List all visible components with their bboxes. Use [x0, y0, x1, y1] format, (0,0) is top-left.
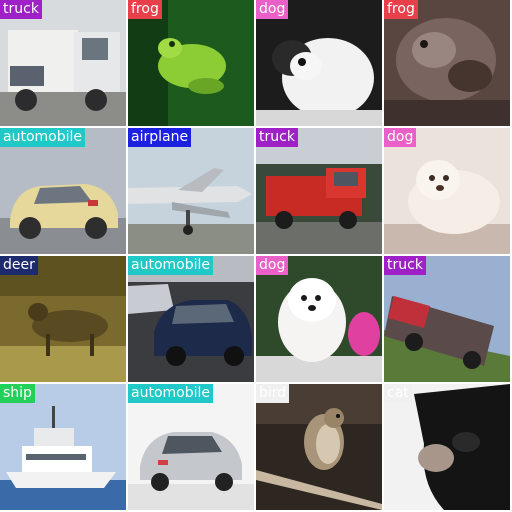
grid-tile-dog[interactable]: dog	[256, 256, 382, 382]
grid-tile-dog[interactable]: dog	[384, 128, 510, 254]
class-label: automobile	[128, 256, 213, 275]
grid-tile-cat[interactable]: cat	[384, 384, 510, 510]
grid-tile-automobile[interactable]: automobile	[128, 384, 254, 510]
grid-tile-frog[interactable]: frog	[128, 0, 254, 126]
class-label: dog	[256, 256, 289, 275]
class-label: frog	[128, 0, 162, 19]
grid-tile-dog[interactable]: dog	[256, 0, 382, 126]
grid-tile-automobile[interactable]: automobile	[128, 256, 254, 382]
class-label: airplane	[128, 128, 192, 147]
image-grid: truck frog dog frog automobile airplane …	[0, 0, 512, 512]
class-label: truck	[384, 256, 426, 275]
class-label: automobile	[128, 384, 213, 403]
class-label: ship	[0, 384, 35, 403]
grid-tile-frog[interactable]: frog	[384, 0, 510, 126]
class-label: cat	[384, 384, 412, 403]
class-label: deer	[0, 256, 38, 275]
class-label: dog	[256, 0, 289, 19]
class-label: frog	[384, 0, 418, 19]
grid-tile-truck[interactable]: truck	[256, 128, 382, 254]
class-label: truck	[256, 128, 298, 147]
class-label: dog	[384, 128, 417, 147]
class-label: truck	[0, 0, 42, 19]
class-label: bird	[256, 384, 290, 403]
grid-tile-truck[interactable]: truck	[0, 0, 126, 126]
grid-tile-deer[interactable]: deer	[0, 256, 126, 382]
grid-tile-bird[interactable]: bird	[256, 384, 382, 510]
grid-tile-truck[interactable]: truck	[384, 256, 510, 382]
grid-tile-automobile[interactable]: automobile	[0, 128, 126, 254]
grid-tile-ship[interactable]: ship	[0, 384, 126, 510]
class-label: automobile	[0, 128, 85, 147]
grid-tile-airplane[interactable]: airplane	[128, 128, 254, 254]
